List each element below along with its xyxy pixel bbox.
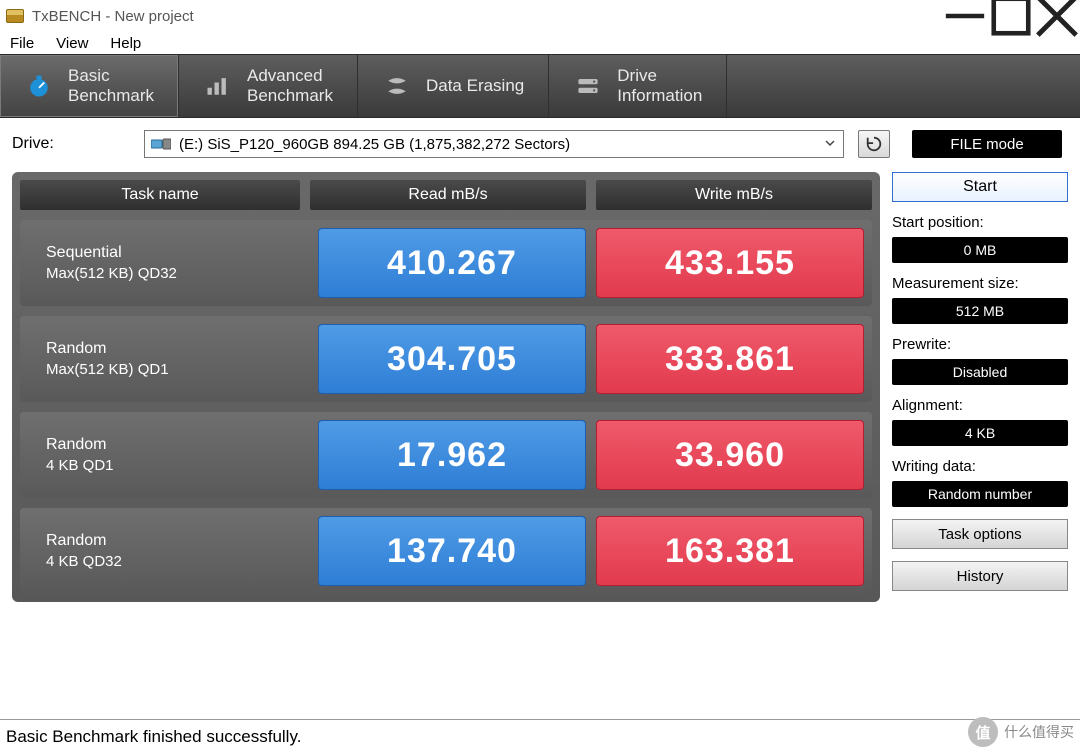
alignment-label: Alignment:	[892, 397, 1068, 414]
tab-advanced-benchmark[interactable]: Advanced Benchmark	[179, 55, 358, 117]
drive-label: Drive:	[10, 135, 130, 153]
main-tabs: Basic Benchmark Advanced Benchmark Data …	[0, 54, 1080, 118]
file-mode-label: FILE mode	[950, 136, 1023, 153]
task-name: Sequential Max(512 KB) QD32	[28, 228, 308, 298]
close-icon	[1034, 0, 1080, 39]
erase-icon	[382, 71, 412, 101]
read-value: 137.740	[318, 516, 586, 586]
write-value: 163.381	[596, 516, 864, 586]
task-name: Random Max(512 KB) QD1	[28, 324, 308, 394]
chevron-down-icon	[823, 136, 837, 154]
refresh-icon	[865, 135, 883, 153]
prewrite-value[interactable]: Disabled	[892, 359, 1068, 385]
watermark-badge: 值	[968, 717, 998, 747]
maximize-icon	[988, 0, 1034, 39]
read-value: 304.705	[318, 324, 586, 394]
write-value: 333.861	[596, 324, 864, 394]
history-button[interactable]: History	[892, 561, 1068, 591]
measurement-size-value[interactable]: 512 MB	[892, 298, 1068, 324]
result-row-random-4k-qd32: Random 4 KB QD32 137.740 163.381	[20, 508, 872, 594]
side-panel: Start Start position: 0 MB Measurement s…	[892, 172, 1068, 602]
writing-data-label: Writing data:	[892, 458, 1068, 475]
status-text: Basic Benchmark finished successfully.	[6, 727, 301, 747]
drive-icon	[573, 71, 603, 101]
tab-label: Basic Benchmark	[68, 66, 154, 105]
drive-select[interactable]: (E:) SiS_P120_960GB 894.25 GB (1,875,382…	[144, 130, 844, 158]
tab-label: Data Erasing	[426, 76, 524, 96]
results-header: Task name Read mB/s Write mB/s	[20, 180, 872, 210]
task-name: Random 4 KB QD32	[28, 516, 308, 586]
window-title: TxBENCH - New project	[32, 8, 194, 25]
minimize-button[interactable]	[942, 1, 988, 31]
start-position-value[interactable]: 0 MB	[892, 237, 1068, 263]
close-button[interactable]	[1034, 1, 1080, 31]
hdd-icon	[151, 137, 171, 151]
start-position-label: Start position:	[892, 214, 1068, 231]
minimize-icon	[942, 0, 988, 39]
tab-label: Drive Information	[617, 66, 702, 105]
maximize-button[interactable]	[988, 1, 1034, 31]
drive-row: Drive: (E:) SiS_P120_960GB 894.25 GB (1,…	[0, 118, 1080, 164]
task-options-button[interactable]: Task options	[892, 519, 1068, 549]
write-value: 433.155	[596, 228, 864, 298]
measurement-size-label: Measurement size:	[892, 275, 1068, 292]
content: Task name Read mB/s Write mB/s Sequentia…	[0, 164, 1080, 602]
prewrite-label: Prewrite:	[892, 336, 1068, 353]
header-task: Task name	[20, 180, 300, 210]
task-name: Random 4 KB QD1	[28, 420, 308, 490]
read-value: 410.267	[318, 228, 586, 298]
read-value: 17.962	[318, 420, 586, 490]
menubar: File View Help	[0, 32, 1080, 54]
refresh-button[interactable]	[858, 130, 890, 158]
write-value: 33.960	[596, 420, 864, 490]
app-icon	[6, 9, 24, 23]
watermark: 值 什么值得买	[968, 717, 1074, 747]
tab-basic-benchmark[interactable]: Basic Benchmark	[0, 55, 179, 117]
menu-file[interactable]: File	[10, 35, 34, 52]
start-button[interactable]: Start	[892, 172, 1068, 202]
file-mode-button[interactable]: FILE mode	[912, 130, 1062, 158]
menu-view[interactable]: View	[56, 35, 88, 52]
bars-icon	[203, 71, 233, 101]
status-bar: Basic Benchmark finished successfully.	[0, 719, 1080, 753]
titlebar: TxBENCH - New project	[0, 0, 1080, 32]
header-write: Write mB/s	[596, 180, 872, 210]
header-read: Read mB/s	[310, 180, 586, 210]
alignment-value[interactable]: 4 KB	[892, 420, 1068, 446]
menu-help[interactable]: Help	[110, 35, 141, 52]
results-panel: Task name Read mB/s Write mB/s Sequentia…	[12, 172, 880, 602]
watermark-text: 什么值得买	[1004, 722, 1074, 742]
drive-value: (E:) SiS_P120_960GB 894.25 GB (1,875,382…	[179, 136, 570, 153]
result-row-sequential-qd32: Sequential Max(512 KB) QD32 410.267 433.…	[20, 220, 872, 306]
writing-data-value[interactable]: Random number	[892, 481, 1068, 507]
result-row-random-512k-qd1: Random Max(512 KB) QD1 304.705 333.861	[20, 316, 872, 402]
stopwatch-icon	[24, 71, 54, 101]
tab-data-erasing[interactable]: Data Erasing	[358, 55, 549, 117]
tab-label: Advanced Benchmark	[247, 66, 333, 105]
tab-drive-information[interactable]: Drive Information	[549, 55, 727, 117]
result-row-random-4k-qd1: Random 4 KB QD1 17.962 33.960	[20, 412, 872, 498]
